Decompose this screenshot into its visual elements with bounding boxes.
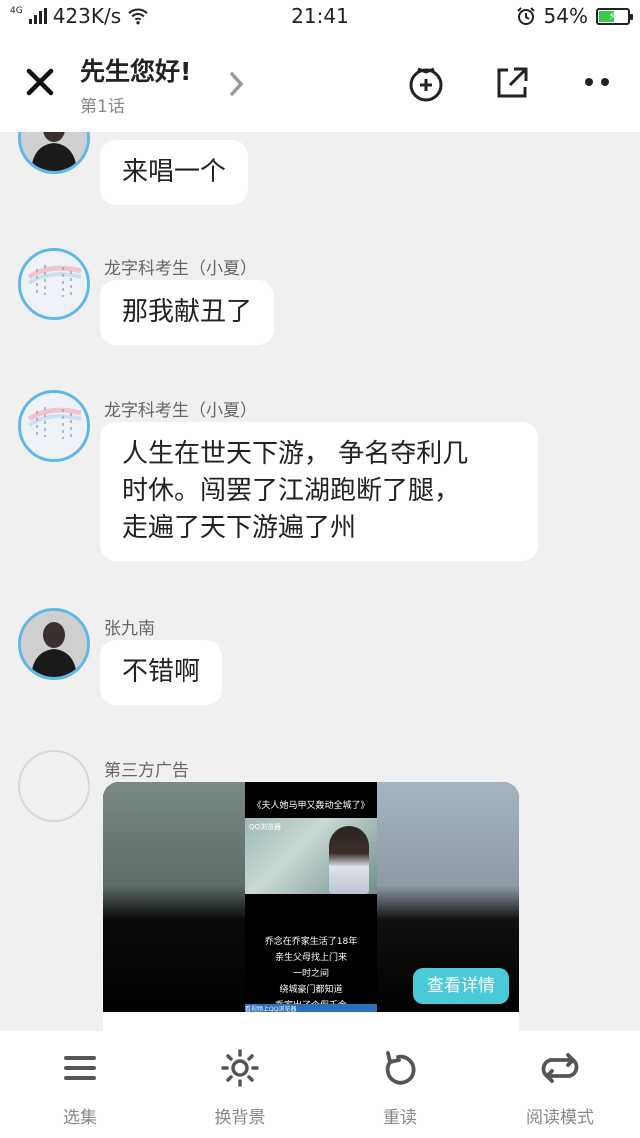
ad-caption: 绕城豪门都知道	[279, 985, 343, 995]
ad-video-logo: QQ浏览器	[249, 823, 282, 831]
ad-caption: 亲生父母找上门来	[274, 953, 347, 963]
person-avatar-image	[21, 132, 87, 171]
ad-sender-name: 第三方广告	[104, 761, 189, 781]
ad-blurred-left	[103, 782, 245, 1012]
charging-icon: ⚡	[608, 8, 617, 23]
chat-area[interactable]: 来唱一个 龙字科考生（小夏） 那我献丑了 龙字科考生（小夏） 人生在世天下游， …	[0, 132, 640, 1031]
message-bubble[interactable]: 不错啊	[100, 640, 223, 705]
top-bar: 先生您好! 第1话	[0, 34, 640, 132]
episodes-label: 选集	[63, 1108, 97, 1128]
ad-caption: 一时之间	[292, 969, 329, 979]
message-line: 人生在世天下游， 争名夺利几	[122, 439, 469, 469]
change-background-button[interactable]: 换背景	[180, 1045, 300, 1128]
share-icon[interactable]	[490, 60, 534, 104]
battery-level: ⚡	[599, 8, 617, 23]
ad-card[interactable]: 《夫人她马甲又轰动全城了》 QQ浏览器 乔念在乔家生活了18年 亲生父母找上门来…	[103, 782, 519, 1031]
episode-label: 第1话	[80, 97, 125, 117]
tomato-add-icon[interactable]	[404, 60, 448, 104]
avatar[interactable]	[18, 132, 90, 174]
close-button[interactable]	[22, 64, 58, 100]
calligraphy-avatar-image	[21, 393, 87, 459]
bottom-toolbar: 选集 换背景 重读 阅读模式	[0, 1031, 640, 1138]
avatar[interactable]	[18, 248, 90, 320]
message-bubble[interactable]: 人生在世天下游， 争名夺利几 时休。闯罢了江湖跑断了腿， 走遍了天下游遍了州	[100, 422, 538, 561]
more-icon[interactable]	[576, 60, 620, 104]
reread-label: 重读	[383, 1108, 417, 1128]
ad-video[interactable]: 《夫人她马甲又轰动全城了》 QQ浏览器 乔念在乔家生活了18年 亲生父母找上门来…	[245, 782, 377, 1012]
change-background-label: 换背景	[214, 1108, 266, 1128]
ad-footer-strip: 看视频上QQ浏览器	[245, 1004, 377, 1012]
reading-mode-label: 阅读模式	[526, 1108, 594, 1128]
replay-icon	[385, 1051, 416, 1085]
ad-avatar	[18, 750, 90, 822]
message-bubble[interactable]: 那我献丑了	[100, 280, 275, 345]
list-icon	[64, 1056, 96, 1080]
avatar[interactable]	[18, 608, 90, 680]
ad-caption: 乔念在乔家生活了18年	[264, 937, 358, 947]
sender-name: 龙字科考生（小夏）	[104, 259, 257, 279]
reading-mode-button[interactable]: 阅读模式	[500, 1045, 620, 1128]
status-right: 54% ⚡	[516, 4, 633, 28]
loop-icon	[541, 1053, 579, 1083]
reread-button[interactable]: 重读	[340, 1045, 460, 1128]
battery-icon: ⚡	[596, 7, 633, 25]
episodes-button[interactable]: 选集	[20, 1045, 140, 1128]
chevron-right-icon[interactable]	[228, 70, 246, 98]
calligraphy-avatar-image	[21, 251, 87, 317]
alarm-icon	[516, 7, 535, 25]
ad-video-title: 《夫人她马甲又轰动全城了》	[252, 801, 370, 811]
status-bar: 4G 423K/s 21:41 54% ⚡	[0, 0, 640, 34]
page-title[interactable]: 先生您好!	[80, 52, 191, 88]
sender-name: 张九南	[104, 619, 155, 639]
ad-captions: 乔念在乔家生活了18年 亲生父母找上门来 一时之间 绕城豪门都知道 乔家出了个假…	[245, 934, 377, 1014]
battery-percent: 54%	[543, 4, 588, 28]
close-icon	[26, 68, 54, 96]
sender-name: 龙字科考生（小夏）	[104, 401, 257, 421]
message-line: 时休。闯罢了江湖跑断了腿，	[122, 476, 461, 506]
avatar[interactable]	[18, 390, 90, 462]
message-line: 走遍了天下游遍了州	[122, 513, 357, 543]
ad-card-body	[103, 1012, 519, 1031]
ad-video-frame: QQ浏览器	[245, 818, 377, 894]
message-bubble[interactable]: 来唱一个	[100, 140, 249, 205]
view-details-button[interactable]: 查看详情	[413, 968, 509, 1004]
ad-figure	[329, 826, 369, 894]
brightness-icon	[221, 1049, 259, 1087]
person-avatar-image	[21, 611, 87, 677]
